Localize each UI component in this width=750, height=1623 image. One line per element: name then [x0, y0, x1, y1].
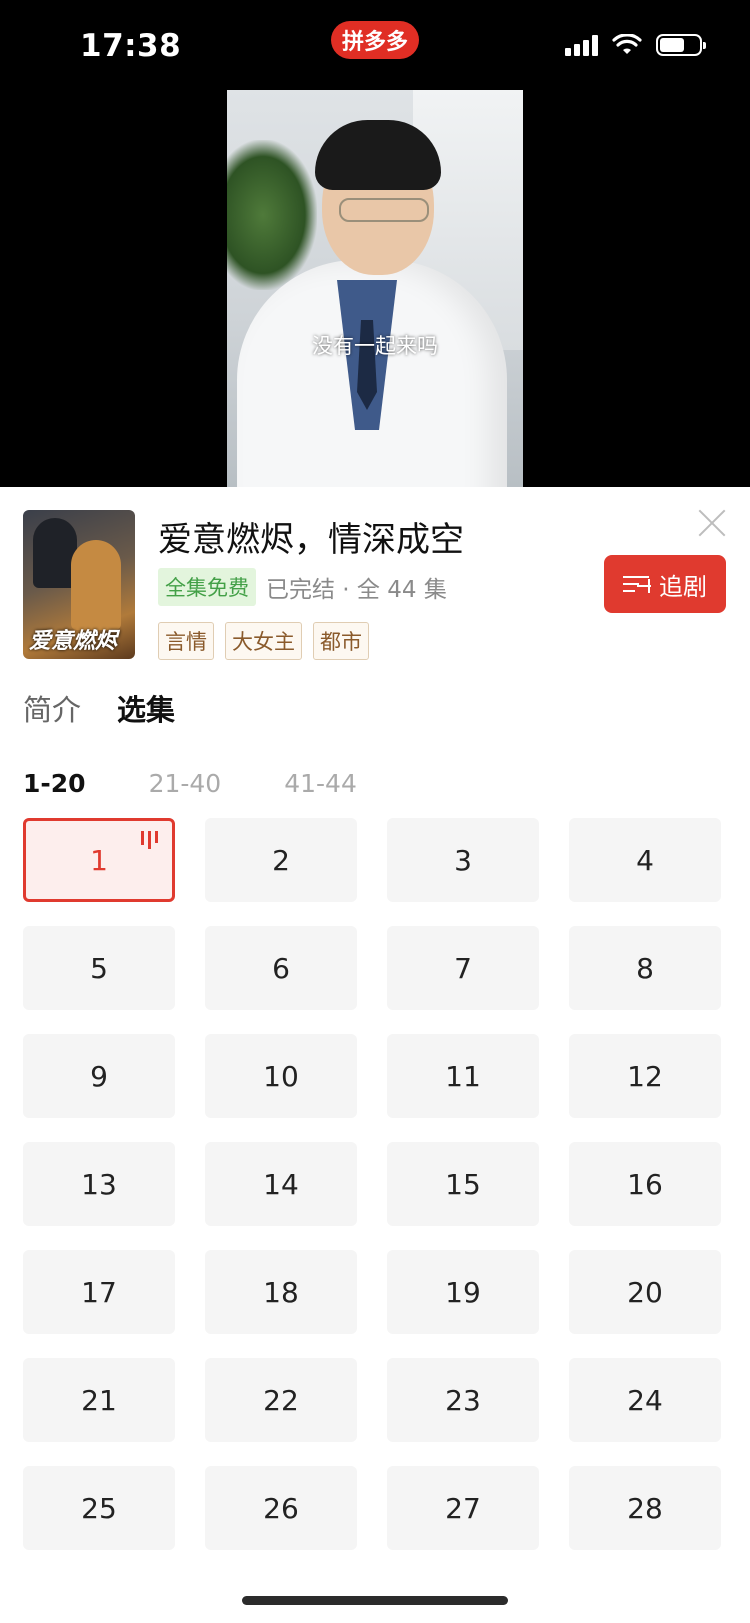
episode-button[interactable]: 26: [205, 1466, 357, 1550]
episode-grid: 1 2 3 4 5 6 7 8 9 10 11 12 13 14 15 16 17 18 19 20 21 22 23 24 2…: [23, 818, 721, 1550]
now-playing-icon: [141, 831, 158, 849]
episode-button[interactable]: 15: [387, 1142, 539, 1226]
episode-button[interactable]: 2: [205, 818, 357, 902]
background-plant: [227, 140, 317, 290]
episode-number: 22: [263, 1383, 299, 1417]
episode-number: 8: [636, 951, 654, 985]
episode-button[interactable]: 20: [569, 1250, 721, 1334]
episode-number: 13: [81, 1167, 117, 1201]
episode-number: 3: [454, 843, 472, 877]
episode-button[interactable]: 8: [569, 926, 721, 1010]
episode-button[interactable]: 14: [205, 1142, 357, 1226]
episode-number: 25: [81, 1491, 117, 1525]
range-tab[interactable]: 41-44: [284, 769, 357, 798]
episode-button[interactable]: 13: [23, 1142, 175, 1226]
episode-button[interactable]: 18: [205, 1250, 357, 1334]
episode-button[interactable]: 16: [569, 1142, 721, 1226]
episode-number: 27: [445, 1491, 481, 1525]
episode-number: 24: [627, 1383, 663, 1417]
home-indicator[interactable]: [242, 1596, 508, 1605]
range-tab[interactable]: 21-40: [149, 769, 222, 798]
signal-icon: [565, 34, 598, 56]
genre-tags: 言情 大女主 都市: [158, 622, 369, 660]
episode-number: 1: [90, 843, 108, 877]
episode-number: 18: [263, 1275, 299, 1309]
genre-tag: 大女主: [225, 622, 302, 660]
episode-number: 5: [90, 951, 108, 985]
episode-number: 26: [263, 1491, 299, 1525]
close-icon[interactable]: [696, 507, 728, 539]
battery-icon: [656, 34, 706, 56]
episode-button[interactable]: 22: [205, 1358, 357, 1442]
episode-button[interactable]: 19: [387, 1250, 539, 1334]
episode-button[interactable]: 28: [569, 1466, 721, 1550]
episode-number: 12: [627, 1059, 663, 1093]
episode-range-tabs: 1-20 21-40 41-44: [23, 769, 357, 798]
video-subtitle: 没有一起来吗: [312, 334, 438, 358]
episode-button[interactable]: 4: [569, 818, 721, 902]
app-badge: 拼多多: [331, 21, 419, 59]
drama-meta: 全集免费 已完结 · 全 44 集: [158, 568, 447, 606]
detail-tabs: 简介 选集: [23, 687, 175, 729]
wifi-icon: [612, 34, 642, 54]
episode-button[interactable]: 23: [387, 1358, 539, 1442]
drama-status: 已完结 · 全 44 集: [266, 577, 447, 603]
episode-number: 28: [627, 1491, 663, 1525]
genre-tag: 都市: [313, 622, 369, 660]
episode-button[interactable]: 17: [23, 1250, 175, 1334]
episode-number: 7: [454, 951, 472, 985]
status-icons: [565, 34, 706, 56]
episode-number: 11: [445, 1059, 481, 1093]
range-tab[interactable]: 1-20: [23, 769, 86, 798]
tab-episodes[interactable]: 选集: [117, 687, 175, 729]
poster-title-art: 爱意燃烬: [29, 629, 118, 654]
episode-number: 14: [263, 1167, 299, 1201]
drama-poster[interactable]: 爱意燃烬: [23, 510, 135, 659]
episode-number: 23: [445, 1383, 481, 1417]
drama-title: 爱意燃烬，情深成空: [158, 520, 464, 560]
episode-number: 10: [263, 1059, 299, 1093]
episode-button-current[interactable]: 1: [23, 818, 175, 902]
episode-number: 6: [272, 951, 290, 985]
follow-button[interactable]: 追剧: [604, 555, 726, 613]
episode-button[interactable]: 27: [387, 1466, 539, 1550]
episode-panel: 爱意燃烬 爱意燃烬，情深成空 全集免费 已完结 · 全 44 集 言情 大女主 …: [0, 487, 750, 1623]
video-area[interactable]: 17:38 拼多多 没有一起来吗: [0, 0, 750, 487]
episode-button[interactable]: 9: [23, 1034, 175, 1118]
episode-button[interactable]: 25: [23, 1466, 175, 1550]
video-frame[interactable]: 没有一起来吗: [227, 90, 523, 487]
episode-button[interactable]: 11: [387, 1034, 539, 1118]
episode-button[interactable]: 3: [387, 818, 539, 902]
follow-button-label: 追剧: [659, 572, 707, 601]
genre-tag: 言情: [158, 622, 214, 660]
episode-number: 21: [81, 1383, 117, 1417]
episode-button[interactable]: 10: [205, 1034, 357, 1118]
episode-button[interactable]: 21: [23, 1358, 175, 1442]
add-list-icon: [623, 574, 651, 594]
status-time: 17:38: [80, 28, 182, 64]
episode-number: 9: [90, 1059, 108, 1093]
episode-number: 19: [445, 1275, 481, 1309]
episode-number: 16: [627, 1167, 663, 1201]
episode-button[interactable]: 6: [205, 926, 357, 1010]
episode-number: 2: [272, 843, 290, 877]
free-tag: 全集免费: [158, 568, 256, 606]
episode-button[interactable]: 7: [387, 926, 539, 1010]
episode-button[interactable]: 5: [23, 926, 175, 1010]
episode-button[interactable]: 12: [569, 1034, 721, 1118]
episode-button[interactable]: 24: [569, 1358, 721, 1442]
tab-intro[interactable]: 简介: [23, 687, 81, 729]
actor-glasses: [339, 198, 429, 222]
episode-number: 17: [81, 1275, 117, 1309]
episode-number: 4: [636, 843, 654, 877]
poster-figure-female: [71, 540, 121, 630]
episode-number: 15: [445, 1167, 481, 1201]
episode-number: 20: [627, 1275, 663, 1309]
